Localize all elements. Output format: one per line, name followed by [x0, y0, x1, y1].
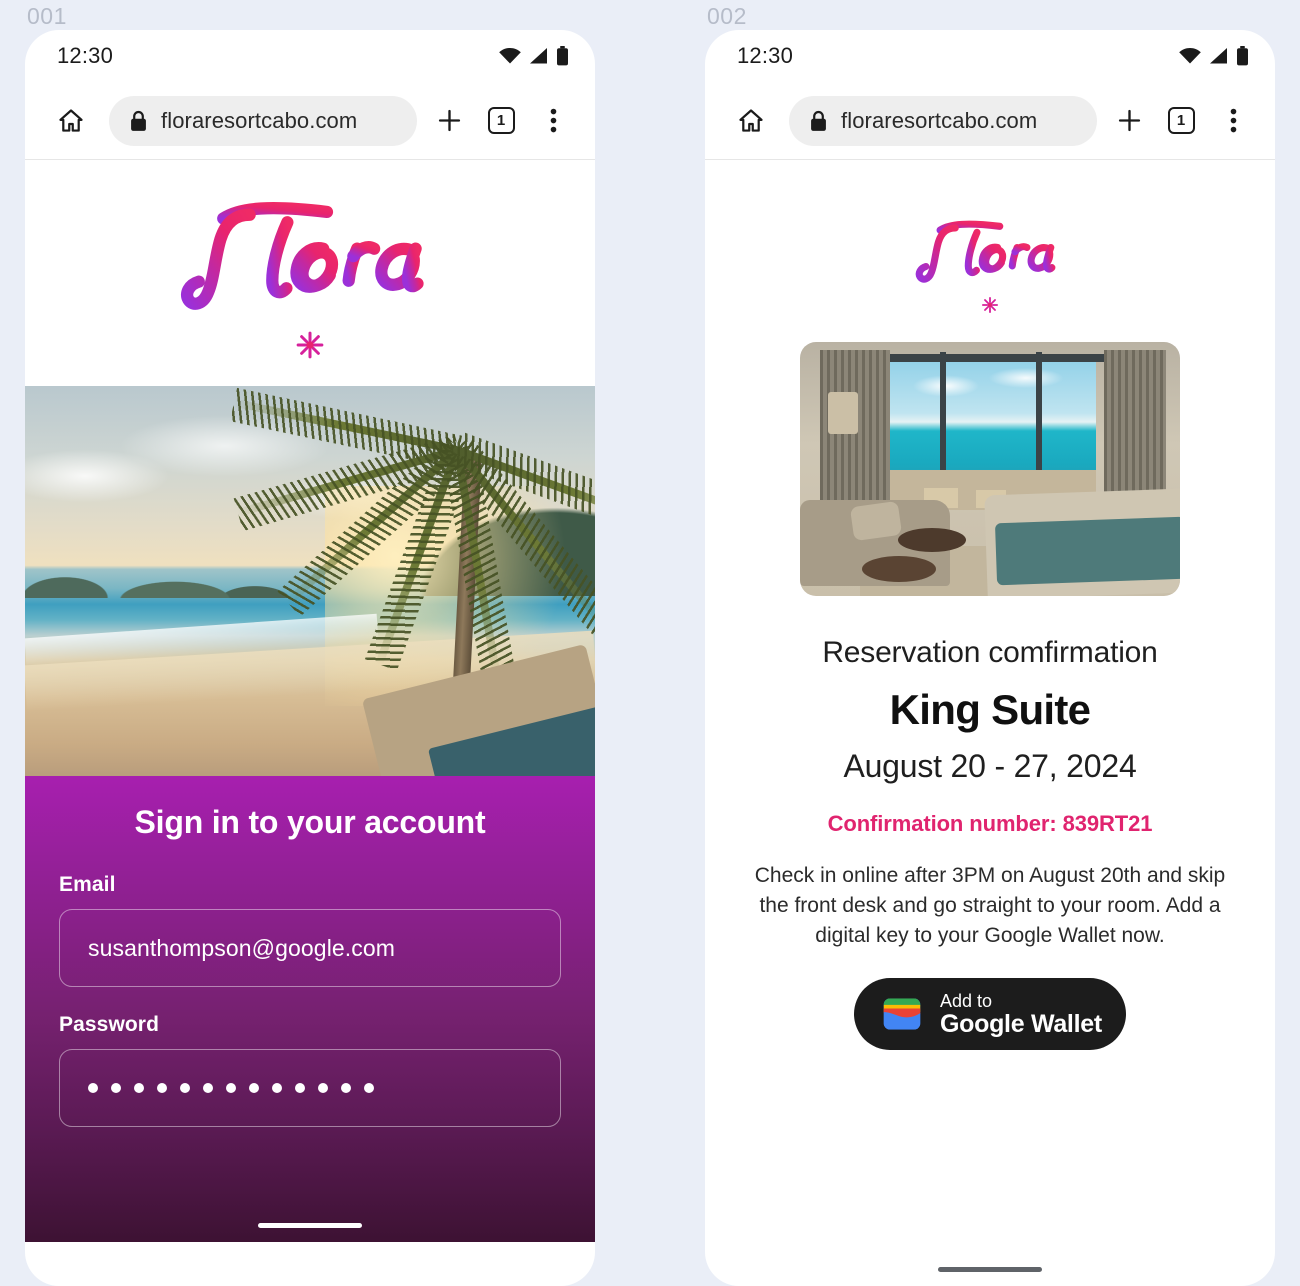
- hills-left: [25, 548, 295, 598]
- browser-toolbar[interactable]: floraresortcabo.com 1: [25, 82, 595, 160]
- status-bar: 12:30: [25, 30, 595, 82]
- coffee-table: [898, 528, 966, 552]
- email-field[interactable]: susanthompson@google.com: [59, 909, 561, 987]
- page-content-signin: Sign in to your account Email susanthomp…: [25, 160, 595, 1286]
- wifi-icon: [1179, 48, 1201, 64]
- king-suite-photo: [800, 342, 1180, 596]
- wallet-line-1: Add to: [940, 990, 993, 1011]
- wallet-line-2: Google Wallet: [940, 1009, 1102, 1038]
- password-dot: [272, 1083, 282, 1093]
- window-header-beam: [860, 354, 1122, 362]
- home-indicator[interactable]: [258, 1223, 362, 1228]
- home-icon[interactable]: [731, 101, 771, 141]
- more-vertical-icon[interactable]: [533, 101, 573, 141]
- window-clouds: [886, 360, 1096, 416]
- flora-wordmark-icon: [180, 201, 424, 310]
- status-icon-group: [498, 46, 569, 66]
- status-icon-group: [1178, 46, 1249, 66]
- password-dot: [157, 1083, 167, 1093]
- tab-count-button[interactable]: 1: [481, 101, 521, 141]
- wallet-button-labels: Add to Google Wallet: [940, 990, 1102, 1038]
- plus-icon[interactable]: [1109, 101, 1149, 141]
- coffee-table: [862, 556, 936, 582]
- url-bar[interactable]: floraresortcabo.com: [109, 95, 417, 146]
- cushion: [849, 500, 903, 542]
- battery-icon: [1237, 46, 1248, 66]
- add-to-google-wallet-button[interactable]: Add to Google Wallet: [854, 978, 1126, 1051]
- beach-hero-image: [25, 386, 595, 776]
- flora-wordmark-icon: [915, 220, 1056, 283]
- flower-asterisk-icon: [296, 331, 324, 359]
- lock-icon: [811, 110, 826, 131]
- password-dot: [341, 1083, 351, 1093]
- password-label: Password: [59, 1013, 160, 1036]
- flower-asterisk-icon: [981, 296, 999, 314]
- tab-count-button[interactable]: 1: [1161, 101, 1201, 141]
- battery-icon: [557, 46, 568, 66]
- google-wallet-icon: [883, 998, 921, 1031]
- password-masked-value: [88, 1083, 374, 1093]
- url-text: floraresortcabo.com: [841, 107, 1038, 133]
- frame-label-002: 002: [707, 3, 747, 29]
- url-bar[interactable]: floraresortcabo.com: [789, 95, 1097, 146]
- checkin-instructions: Check in online after 3PM on August 20th…: [754, 864, 1226, 947]
- browser-toolbar[interactable]: floraresortcabo.com 1: [705, 82, 1275, 160]
- reservation-subtitle: Reservation comfirmation: [822, 636, 1158, 669]
- page-content-confirmation: Reservation comfirmation King Suite Augu…: [705, 160, 1275, 1286]
- tab-count-label: 1: [487, 107, 515, 134]
- signin-panel: Sign in to your account Email susanthomp…: [25, 776, 595, 1242]
- wifi-icon: [499, 48, 521, 64]
- home-icon[interactable]: [51, 101, 91, 141]
- password-dot: [111, 1083, 121, 1093]
- confirmation-content: Reservation comfirmation King Suite Augu…: [705, 342, 1275, 1051]
- tab-count-label: 1: [1167, 107, 1195, 134]
- plus-icon[interactable]: [429, 101, 469, 141]
- password-dot: [295, 1083, 305, 1093]
- screenshot-stage: 001 002 12:30 floraresortcabo.com 1 Sign…: [0, 0, 1300, 1286]
- password-dot: [249, 1083, 259, 1093]
- phone-frame-confirmation: 12:30 floraresortcabo.com 1 Reservation …: [705, 30, 1275, 1286]
- signin-title: Sign in to your account: [134, 804, 486, 840]
- lock-icon: [131, 110, 146, 131]
- url-text: floraresortcabo.com: [161, 107, 358, 133]
- frame-label-001: 001: [27, 3, 67, 29]
- bed-throw: [994, 516, 1180, 586]
- password-dot: [226, 1083, 236, 1093]
- password-dot: [318, 1083, 328, 1093]
- password-dot: [88, 1083, 98, 1093]
- reservation-dates: August 20 - 27, 2024: [843, 748, 1137, 784]
- signal-icon: [1210, 48, 1227, 64]
- password-dot: [364, 1083, 374, 1093]
- brand-logo-block: [705, 160, 1275, 328]
- phone-frame-signin: 12:30 floraresortcabo.com 1 Sign in to y…: [25, 30, 595, 1286]
- password-field[interactable]: [59, 1049, 561, 1127]
- room-name: King Suite: [889, 686, 1091, 733]
- home-indicator[interactable]: [938, 1267, 1042, 1272]
- email-value: susanthompson@google.com: [88, 934, 396, 961]
- password-dot: [180, 1083, 190, 1093]
- status-bar: 12:30: [705, 30, 1275, 82]
- password-dot: [134, 1083, 144, 1093]
- signal-icon: [530, 48, 547, 64]
- email-label: Email: [59, 873, 116, 896]
- password-dot: [203, 1083, 213, 1093]
- more-vertical-icon[interactable]: [1213, 101, 1253, 141]
- wall-lamp: [828, 392, 858, 434]
- brand-logo-block: [25, 160, 595, 386]
- status-time: 12:30: [737, 43, 794, 68]
- confirmation-number: Confirmation number: 839RT21: [827, 811, 1153, 836]
- status-time: 12:30: [57, 43, 114, 68]
